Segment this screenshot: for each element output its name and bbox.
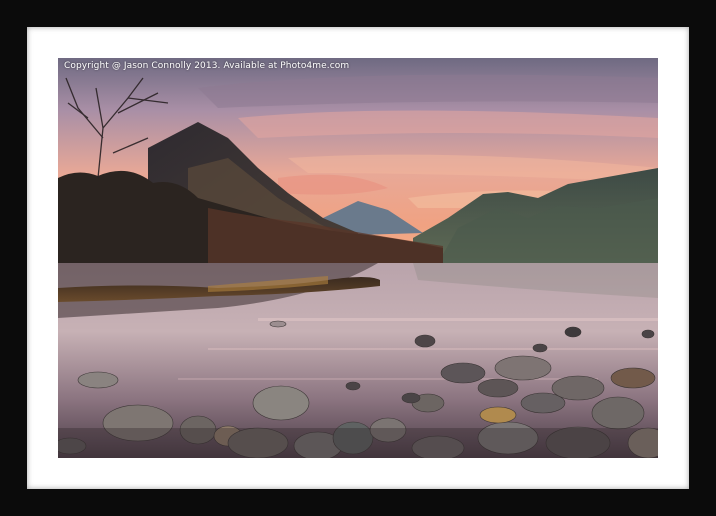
landscape-photo: Copyright @ Jason Connolly 2013. Availab… <box>58 58 658 458</box>
copyright-watermark: Copyright @ Jason Connolly 2013. Availab… <box>64 61 350 71</box>
